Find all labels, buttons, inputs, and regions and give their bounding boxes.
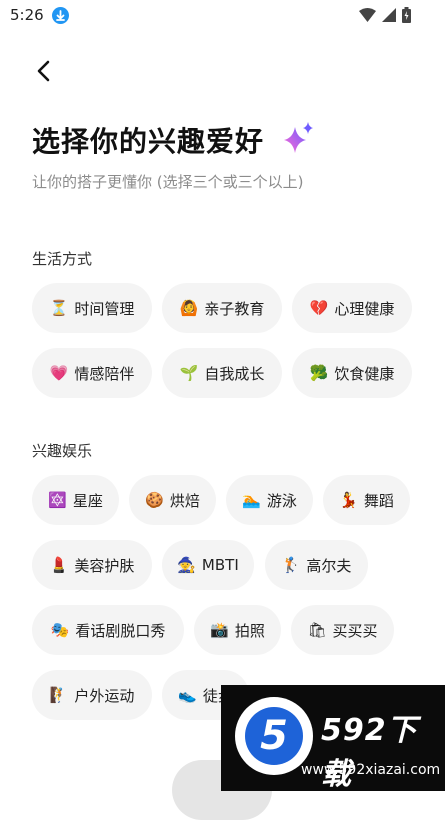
- chip-outdoor-sports[interactable]: 🧗 户外运动: [32, 670, 152, 720]
- chip-label: 时间管理: [74, 299, 135, 318]
- chip-skincare[interactable]: 💄 美容护肤: [32, 540, 152, 590]
- chip-photography[interactable]: 📸 拍照: [194, 605, 281, 655]
- mage-icon: 🧙: [177, 556, 196, 574]
- chip-dancing[interactable]: 💃 舞蹈: [323, 475, 410, 525]
- watermark-url: www.592xiazai.com: [301, 762, 441, 778]
- chip-label: 烘焙: [169, 491, 200, 510]
- chip-label: 买买买: [332, 621, 378, 640]
- system-icons: [359, 7, 411, 23]
- chip-label: 美容护肤: [74, 556, 135, 575]
- cookie-icon: 🍪: [145, 491, 164, 509]
- signal-icon: [382, 8, 396, 22]
- pink-heart-icon: 💗: [49, 364, 69, 382]
- seedling-icon: 🌱: [179, 364, 199, 382]
- watermark-badge-number: 5: [245, 707, 303, 765]
- status-bar: 5:26: [0, 0, 445, 32]
- chip-emotional-companionship[interactable]: 💗 情感陪伴: [32, 348, 152, 398]
- climber-icon: 🧗: [49, 686, 69, 704]
- chip-label: 舞蹈: [363, 491, 394, 510]
- broken-heart-icon: 💔: [309, 299, 329, 317]
- chip-horoscope[interactable]: 🔯 星座: [32, 475, 119, 525]
- sparkle-icon: [282, 121, 316, 155]
- chip-baking[interactable]: 🍪 烘焙: [129, 475, 216, 525]
- chip-theater-comedy[interactable]: 🎭 看话剧脱口秀: [32, 605, 184, 655]
- lipstick-icon: 💄: [49, 556, 69, 574]
- chip-label: 拍照: [234, 621, 265, 640]
- chip-golf[interactable]: 🏌 高尔夫: [265, 540, 368, 590]
- page-title: 选择你的兴趣爱好: [32, 125, 265, 158]
- chip-label: 亲子教育: [204, 299, 265, 318]
- chip-diet-health[interactable]: 🥦 饮食健康: [292, 348, 412, 398]
- chip-label: 饮食健康: [334, 364, 395, 383]
- shopping-bags-icon: 🛍: [307, 621, 327, 639]
- star-of-david-icon: 🔯: [48, 491, 67, 509]
- broccoli-icon: 🥦: [309, 364, 329, 382]
- dancer-icon: 💃: [339, 491, 358, 509]
- masks-icon: 🎭: [50, 621, 70, 639]
- page-subtitle: 让你的搭子更懂你 (选择三个或三个以上): [32, 173, 304, 191]
- person-gesturing-icon: 🙆: [179, 299, 199, 317]
- chip-label: MBTI: [201, 556, 239, 574]
- chip-time-management[interactable]: ⏳ 时间管理: [32, 283, 152, 333]
- chip-shopping[interactable]: 🛍 买买买: [291, 605, 394, 655]
- download-icon: [52, 7, 69, 24]
- chip-label: 户外运动: [74, 686, 135, 705]
- chip-label: 看话剧脱口秀: [75, 621, 166, 640]
- chip-label: 情感陪伴: [74, 364, 135, 383]
- hourglass-icon: ⏳: [49, 299, 69, 317]
- sneaker-icon: 👟: [178, 686, 197, 704]
- chip-label: 高尔夫: [306, 556, 352, 575]
- chip-label: 星座: [72, 491, 103, 510]
- section-title-lifestyle: 生活方式: [32, 250, 93, 268]
- status-time: 5:26: [10, 6, 44, 24]
- chip-label: 心理健康: [334, 299, 395, 318]
- wifi-icon: [359, 8, 376, 22]
- battery-icon: [402, 7, 411, 23]
- golfer-icon: 🏌: [281, 556, 301, 574]
- chip-swimming[interactable]: 🏊 游泳: [226, 475, 313, 525]
- camera-flash-icon: 📸: [210, 621, 229, 639]
- back-icon[interactable]: [30, 57, 58, 85]
- chip-label: 游泳: [266, 491, 297, 510]
- chip-self-growth[interactable]: 🌱 自我成长: [162, 348, 282, 398]
- chip-label: 自我成长: [204, 364, 265, 383]
- watermark-logo: 5 592下载 www.592xiazai.com: [221, 685, 445, 791]
- swimmer-icon: 🏊: [242, 491, 261, 509]
- watermark-title: 592下载: [321, 713, 418, 791]
- chip-parenting[interactable]: 🙆 亲子教育: [162, 283, 282, 333]
- section-title-entertainment: 兴趣娱乐: [32, 442, 93, 460]
- chip-mbti[interactable]: 🧙 MBTI: [162, 540, 254, 590]
- chip-mental-health[interactable]: 💔 心理健康: [292, 283, 412, 333]
